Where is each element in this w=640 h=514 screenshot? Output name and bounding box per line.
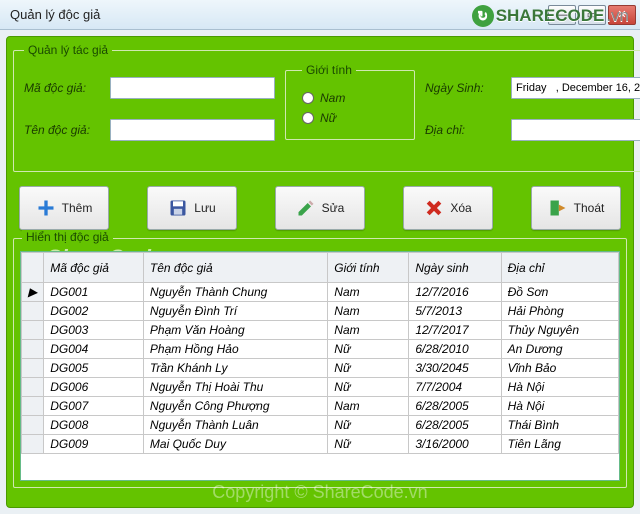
sharecode-logo: ↻ SHARECODE.vn: [472, 5, 629, 27]
them-button[interactable]: Thêm: [19, 186, 109, 230]
gender-groupbox: Giới tính Nam Nữ: [285, 63, 415, 140]
exit-icon: [548, 198, 568, 218]
grid-legend: Hiển thị độc giả: [22, 230, 113, 244]
data-grid[interactable]: Mã độc giả Tên độc giả Giới tính Ngày si…: [20, 251, 620, 481]
col-gt[interactable]: Giới tính: [328, 253, 409, 283]
form-groupbox: Quản lý tác giả Mã độc giả: Tên độc giả:…: [13, 43, 640, 172]
radio-nam[interactable]: Nam: [302, 91, 398, 105]
diachi-input[interactable]: [511, 119, 640, 141]
radio-icon: [302, 92, 314, 104]
col-ten[interactable]: Tên độc giả: [143, 253, 327, 283]
col-ma[interactable]: Mã độc giả: [44, 253, 144, 283]
luu-button[interactable]: Lưu: [147, 186, 237, 230]
tendocgia-label: Tên độc giả:: [24, 123, 110, 137]
grid-groupbox: Hiển thị độc giả Mã độc giả Tên độc giả …: [13, 238, 627, 488]
radio-nu[interactable]: Nữ: [302, 111, 398, 125]
table-row[interactable]: DG009Mai Quốc DuyNữ3/16/2000Tiên Lãng: [22, 435, 619, 454]
madocgia-label: Mã độc giả:: [24, 81, 110, 95]
radio-icon: [302, 112, 314, 124]
table-row[interactable]: DG002Nguyễn Đình TríNam5/7/2013Hải Phòng: [22, 302, 619, 321]
col-ns[interactable]: Ngày sinh: [409, 253, 501, 283]
window-title: Quản lý độc giả: [10, 7, 548, 22]
thoat-button[interactable]: Thoát: [531, 186, 621, 230]
table-row[interactable]: DG003Phạm Văn HoàngNam12/7/2017Thủy Nguy…: [22, 321, 619, 340]
table-row[interactable]: DG005Trần Khánh LyNữ3/30/2045Vĩnh Bảo: [22, 359, 619, 378]
x-icon: [424, 198, 444, 218]
diachi-label: Địa chỉ:: [425, 123, 511, 137]
logo-icon: ↻: [472, 5, 494, 27]
pencil-icon: [296, 198, 316, 218]
xoa-button[interactable]: Xóa: [403, 186, 493, 230]
ngaysinh-input[interactable]: [511, 77, 640, 99]
table-row[interactable]: DG006Nguyễn Thị Hoài ThuNữ7/7/2004Hà Nội: [22, 378, 619, 397]
form-legend: Quản lý tác giả: [24, 43, 112, 57]
gender-legend: Giới tính: [302, 63, 356, 77]
table-row[interactable]: DG004Phạm Hồng HảoNữ6/28/2010An Dương: [22, 340, 619, 359]
table-row[interactable]: DG007Nguyễn Công PhượngNam6/28/2005Hà Nộ…: [22, 397, 619, 416]
madocgia-input[interactable]: [110, 77, 275, 99]
ngaysinh-label: Ngày Sinh:: [425, 81, 511, 95]
col-dc[interactable]: Địa chỉ: [501, 253, 618, 283]
plus-icon: [36, 198, 56, 218]
sua-button[interactable]: Sửa: [275, 186, 365, 230]
tendocgia-input[interactable]: [110, 119, 275, 141]
table-row[interactable]: ▶DG001Nguyễn Thành ChungNam12/7/2016Đồ S…: [22, 283, 619, 302]
save-icon: [168, 198, 188, 218]
header-row: Mã độc giả Tên độc giả Giới tính Ngày si…: [22, 253, 619, 283]
table-row[interactable]: DG008Nguyễn Thành LuânNữ6/28/2005Thái Bì…: [22, 416, 619, 435]
